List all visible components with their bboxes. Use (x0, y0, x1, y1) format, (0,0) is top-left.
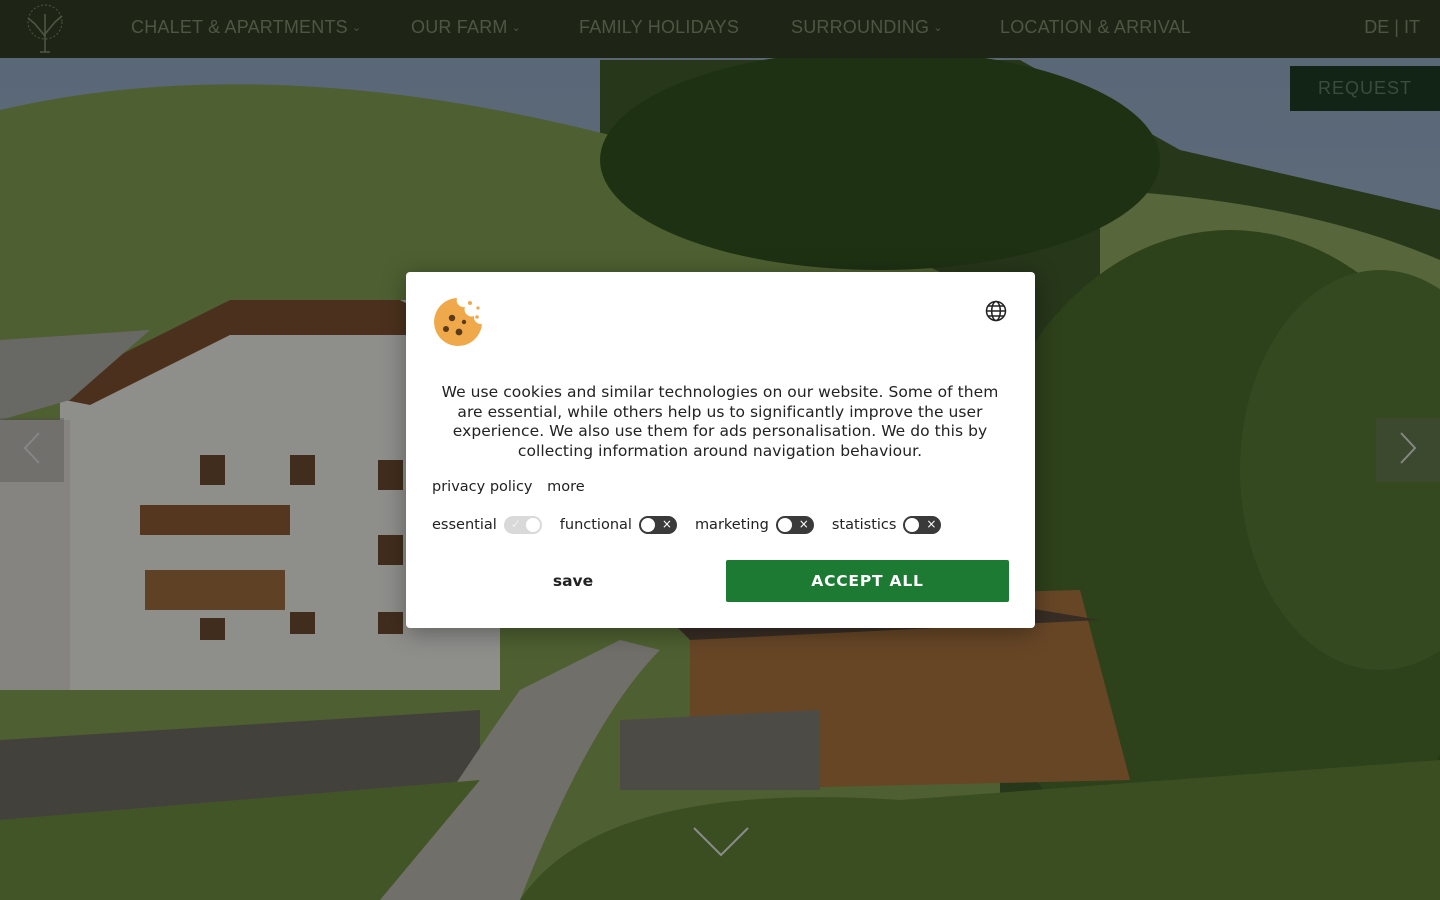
close-icon: × (926, 517, 937, 531)
functional-switch[interactable]: × (638, 516, 677, 534)
toggle-essential: essential ✓ (432, 516, 542, 534)
toggle-label: functional (559, 517, 632, 533)
accept-all-button[interactable]: ACCEPT ALL (726, 560, 1009, 602)
close-icon: × (798, 517, 809, 531)
toggle-label: statistics (831, 517, 897, 533)
globe-icon[interactable] (985, 300, 1007, 322)
cookie-description: We use cookies and similar technologies … (441, 383, 999, 460)
more-link[interactable]: more (547, 479, 585, 495)
privacy-policy-link[interactable]: privacy policy (432, 479, 533, 495)
essential-switch: ✓ (503, 516, 542, 534)
toggle-label: essential (432, 517, 497, 533)
switch-knob (905, 518, 920, 532)
cookie-icon (432, 296, 484, 348)
statistics-switch[interactable]: × (903, 516, 942, 534)
save-button[interactable]: save (432, 560, 714, 602)
toggle-label: marketing (694, 517, 769, 533)
check-icon: ✓ (510, 517, 521, 531)
marketing-switch[interactable]: × (775, 516, 814, 534)
switch-knob (525, 518, 540, 532)
toggle-marketing: marketing × (695, 516, 814, 534)
switch-knob (777, 518, 792, 532)
toggle-functional: functional × (560, 516, 677, 534)
cookie-links: privacy policy more (432, 479, 595, 495)
close-icon: × (661, 517, 672, 531)
cookie-category-toggles: essential ✓ functional × marketing × sta… (432, 516, 959, 534)
cookie-consent-dialog: We use cookies and similar technologies … (406, 272, 1035, 628)
toggle-statistics: statistics × (832, 516, 942, 534)
switch-knob (640, 518, 655, 532)
